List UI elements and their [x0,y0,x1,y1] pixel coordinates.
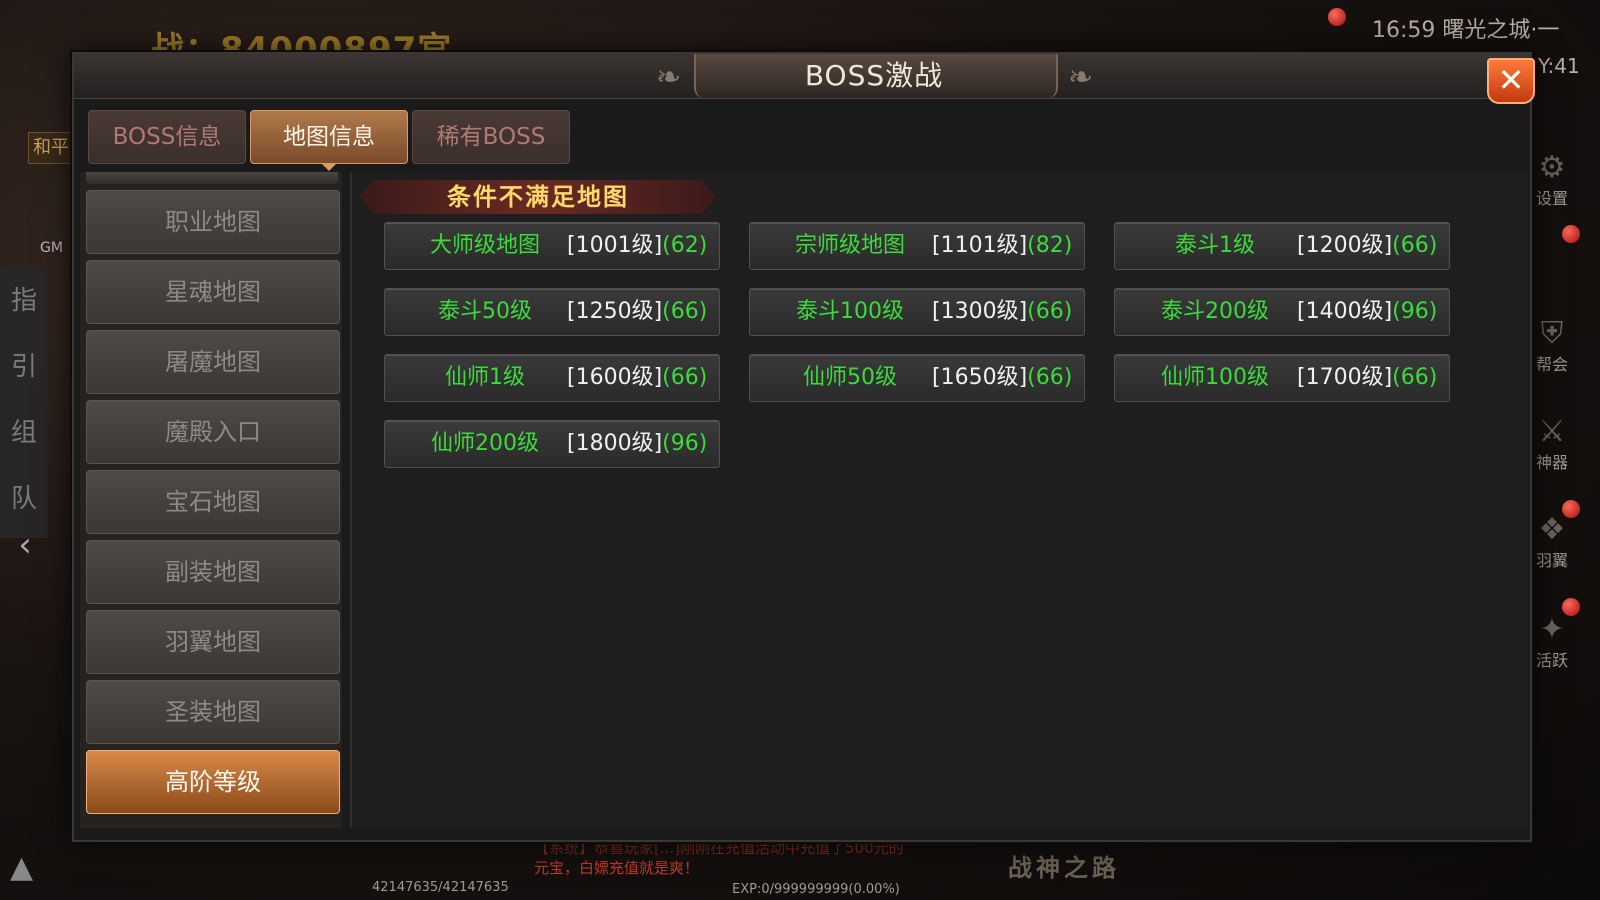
notification-dot [1328,8,1346,26]
map-button[interactable]: 泰斗100级 [1300级](66) [749,288,1085,336]
menu-label: 活跃 [1535,651,1568,670]
map-level: [1700级](66) [1297,365,1438,390]
hud-coordinate: Y:41 [1538,54,1580,78]
map-level: [1650级](66) [932,365,1073,390]
ornament-icon: ❧ [656,60,682,95]
map-button[interactable]: 泰斗1级 [1200级](66) [1114,222,1450,270]
shield-icon: ⛨ [1540,316,1564,351]
map-count: (66) [1027,299,1073,324]
map-name: 仙师1级 [445,365,525,390]
guide-char: 指 [10,286,37,316]
hud-time-location: 16:59 曙光之城·一 [1372,18,1560,43]
map-button[interactable]: 大师级地图 [1001级](62) [384,222,720,270]
scroll-top-edge [86,172,338,184]
sidebar-item-class-map[interactable]: 职业地图 [86,190,340,254]
map-count: (66) [1392,365,1438,390]
map-category-sidebar: 职业地图 星魂地图 屠魔地图 魔殿入口 宝石地图 副装地图 羽翼地图 圣装地图 … [80,172,342,828]
map-level: [1400级](96) [1297,299,1438,324]
map-count: (96) [1392,299,1438,324]
guild-menu-button[interactable]: ⛨ 帮会 [1524,316,1580,375]
sidebar-item-gem-map[interactable]: 宝石地图 [86,470,340,534]
map-count: (66) [1027,365,1073,390]
close-button[interactable]: ✕ [1487,58,1535,104]
map-button[interactable]: 泰斗50级 [1250级](66) [384,288,720,336]
map-count: (66) [662,365,708,390]
map-button[interactable]: 仙师1级 [1600级](66) [384,354,720,402]
sidebar-item-holy-gear-map[interactable]: 圣装地图 [86,680,340,744]
menu-label: 神器 [1535,453,1568,472]
guide-char: 引 [10,352,37,382]
dialog-title: BOSS激战 [804,59,944,92]
wings-menu-button[interactable]: ❖ 羽翼 [1524,512,1580,571]
map-name: 仙师50级 [803,365,897,390]
menu-label: 羽翼 [1535,551,1568,570]
map-level: [1101级](82) [932,233,1073,258]
map-level: [1600级](66) [567,365,708,390]
map-name: 泰斗200级 [1161,299,1269,324]
map-button[interactable]: 仙师200级 [1800级](96) [384,420,720,468]
map-button[interactable]: 宗师级地图 [1101级](82) [749,222,1085,270]
sidebar-item-demon-slayer-map[interactable]: 屠魔地图 [86,330,340,394]
map-level: [1250级](66) [567,299,708,324]
sidebar-item-advanced-level[interactable]: 高阶等级 [86,750,340,814]
map-list-panel: 条件不满足地图 大师级地图 [1001级](62) 宗师级地图 [1101级](… [350,172,1528,828]
mount-icon[interactable]: ▲ [10,850,33,885]
activity-menu-button[interactable]: ✦ 活跃 [1524,612,1580,671]
peace-mode-tag[interactable]: 和平 [28,132,74,164]
tab-rare-boss[interactable]: 稀有BOSS [412,110,570,164]
map-level: [1200级](66) [1297,233,1438,258]
exp-readout: EXP:0/999999999(0.00%) [732,882,900,897]
notification-dot [1562,225,1580,243]
menu-label: 帮会 [1535,355,1568,374]
map-name: 宗师级地图 [794,233,905,258]
activity-icon: ✦ [1539,612,1565,647]
guide-panel[interactable]: 指 引 组 队 [0,268,48,538]
map-level: [1800级](96) [567,431,708,456]
map-name: 泰斗1级 [1175,233,1255,258]
map-name: 泰斗100级 [796,299,904,324]
wings-icon: ❖ [1538,512,1566,547]
guide-char: 组 [10,418,37,448]
boss-battle-dialog: ❧ ❧ BOSS激战 ✕ BOSS信息 地图信息 稀有BOSS 职业地图 星魂地… [72,52,1535,842]
map-level: [1300级](66) [932,299,1073,324]
map-count: (62) [662,233,708,258]
map-count: (66) [1392,233,1438,258]
dialog-title-bar: ❧ ❧ BOSS激战 ✕ [74,54,1535,104]
sidebar-item-star-soul-map[interactable]: 星魂地图 [86,260,340,324]
sidebar-item-secondary-gear-map[interactable]: 副装地图 [86,540,340,604]
map-level: [1001级](62) [567,233,708,258]
artifact-menu-button[interactable]: ⚔ 神器 [1524,414,1580,473]
map-name: 仙师200级 [431,431,539,456]
gm-label: GM [40,240,63,256]
map-name: 大师级地图 [429,233,540,258]
sidebar-item-demon-palace-entrance[interactable]: 魔殿入口 [86,400,340,464]
tab-map-info[interactable]: 地图信息 [250,110,408,171]
section-title: 条件不满足地图 [360,180,716,214]
collapse-arrow-icon[interactable]: ‹ [6,526,44,564]
map-button[interactable]: 泰斗200级 [1400级](96) [1114,288,1450,336]
bottom-title: 战神之路 [1008,854,1120,882]
artifact-icon: ⚔ [1538,414,1566,449]
map-button[interactable]: 仙师50级 [1650级](66) [749,354,1085,402]
map-name: 仙师100级 [1161,365,1269,390]
gear-icon: ⚙ [1538,150,1566,185]
tab-boss-info[interactable]: BOSS信息 [88,110,246,164]
map-button[interactable]: 仙师100级 [1700级](66) [1114,354,1450,402]
map-count: (96) [662,431,708,456]
ornament-icon: ❧ [1068,60,1094,95]
chat-message: 【系统】恭喜玩家[...]刚刚在充值活动中充值了500元的 元宝，白嫖充值就是爽… [534,838,954,878]
guide-char: 队 [10,484,37,514]
chat-line: 元宝，白嫖充值就是爽！ [534,859,700,877]
map-count: (82) [1027,233,1073,258]
map-count: (66) [662,299,708,324]
settings-menu-button[interactable]: ⚙ 设置 [1524,150,1580,209]
hp-readout: 42147635/42147635 [372,880,509,895]
menu-label: 设置 [1535,189,1568,208]
map-name: 泰斗50级 [438,299,532,324]
sidebar-item-wings-map[interactable]: 羽翼地图 [86,610,340,674]
